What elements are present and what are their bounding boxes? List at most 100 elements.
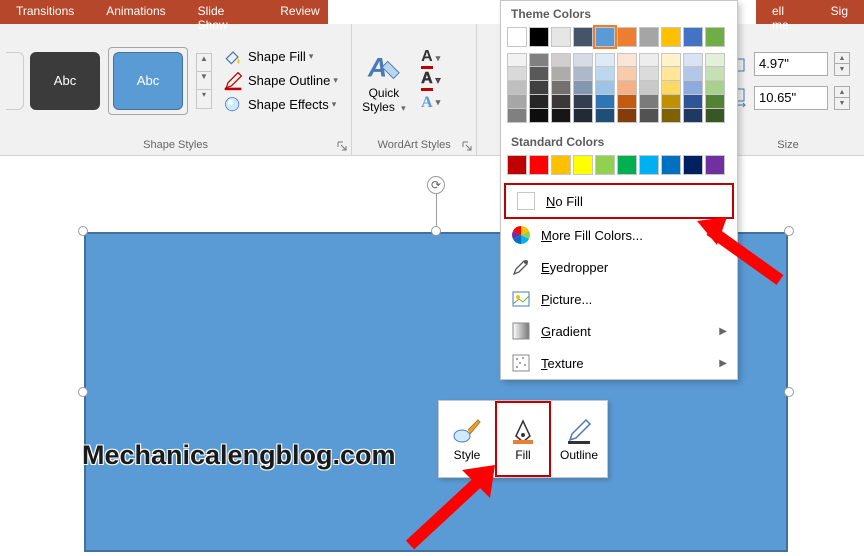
standard-color-swatch[interactable] [661,155,681,175]
text-fill-button[interactable]: A▾ [418,48,444,70]
tab-sign[interactable]: Sig [815,0,864,24]
theme-shade-swatch[interactable] [661,67,681,81]
resize-handle-tm[interactable] [431,226,441,236]
theme-shade-swatch[interactable] [639,67,659,81]
theme-shade-swatch[interactable] [617,53,637,67]
theme-shade-swatch[interactable] [595,81,615,95]
theme-shade-swatch[interactable] [595,95,615,109]
theme-shade-swatch[interactable] [529,67,549,81]
theme-shade-swatch[interactable] [639,81,659,95]
theme-shade-swatch[interactable] [683,53,703,67]
gallery-scroll-up[interactable]: ▲ [197,54,211,72]
theme-color-swatch[interactable] [617,27,637,47]
theme-shade-swatch[interactable] [661,109,681,123]
resize-handle-tl[interactable] [78,226,88,236]
theme-color-swatch[interactable] [507,27,527,47]
theme-shade-swatch[interactable] [617,109,637,123]
quick-styles-button[interactable]: A Quick Styles ▾ [354,48,414,114]
dialog-launcher-icon[interactable] [462,141,472,151]
shape-fill-button[interactable]: Shape Fill▾ [218,45,342,69]
gradient-fill-option[interactable]: Gradient ▶ [501,315,737,347]
texture-fill-option[interactable]: Texture ▶ [501,347,737,379]
theme-shade-swatch[interactable] [705,95,725,109]
theme-shade-swatch[interactable] [551,53,571,67]
theme-shade-swatch[interactable] [705,81,725,95]
standard-color-swatch[interactable] [595,155,615,175]
theme-shade-swatch[interactable] [529,53,549,67]
tab-review[interactable]: Review [264,0,335,24]
standard-color-swatch[interactable] [529,155,549,175]
theme-color-swatch[interactable] [529,27,549,47]
resize-handle-mr[interactable] [784,387,794,397]
resize-handle-ml[interactable] [78,387,88,397]
shape-width-input[interactable] [754,86,828,110]
theme-shade-swatch[interactable] [573,95,593,109]
theme-shade-swatch[interactable] [551,81,571,95]
dialog-launcher-icon[interactable] [337,141,347,151]
theme-shade-swatch[interactable] [661,95,681,109]
theme-shade-swatch[interactable] [639,109,659,123]
theme-shade-swatch[interactable] [683,95,703,109]
theme-shade-swatch[interactable] [573,81,593,95]
theme-shade-swatch[interactable] [595,53,615,67]
shape-height-input[interactable] [754,52,828,76]
theme-shade-swatch[interactable] [617,81,637,95]
theme-shade-swatch[interactable] [573,67,593,81]
theme-shade-swatch[interactable] [705,67,725,81]
theme-shade-swatch[interactable] [705,109,725,123]
text-effects-button[interactable]: A▾ [418,92,444,114]
theme-shade-swatch[interactable] [705,53,725,67]
tab-transitions[interactable]: Transitions [0,0,90,24]
tab-slideshow[interactable]: Slide Show [182,0,265,24]
standard-color-swatch[interactable] [683,155,703,175]
theme-color-swatch[interactable] [639,27,659,47]
tab-tell-me[interactable]: ell me... [756,0,815,24]
theme-shade-swatch[interactable] [683,109,703,123]
theme-color-swatch[interactable] [705,27,725,47]
picture-fill-option[interactable]: Picture... [501,283,737,315]
theme-shade-swatch[interactable] [639,53,659,67]
mini-outline-button[interactable]: Outline [551,401,607,477]
theme-color-swatch[interactable] [661,27,681,47]
shape-style-preset-selected[interactable]: Abc [108,47,188,115]
theme-color-swatch[interactable] [551,27,571,47]
theme-color-swatch[interactable] [683,27,703,47]
theme-shade-swatch[interactable] [551,67,571,81]
standard-color-swatch[interactable] [551,155,571,175]
theme-shade-swatch[interactable] [507,109,527,123]
theme-shade-swatch[interactable] [507,53,527,67]
theme-shade-swatch[interactable] [661,53,681,67]
theme-shade-swatch[interactable] [551,109,571,123]
theme-shade-swatch[interactable] [595,67,615,81]
standard-color-swatch[interactable] [639,155,659,175]
rotation-handle[interactable]: ⟳ [427,176,445,194]
theme-shade-swatch[interactable] [573,53,593,67]
theme-shade-swatch[interactable] [639,95,659,109]
tab-animations[interactable]: Animations [90,0,181,24]
shape-effects-button[interactable]: Shape Effects▾ [218,93,342,117]
theme-shade-swatch[interactable] [507,67,527,81]
shape-style-preset-dark[interactable]: Abc [30,52,100,110]
standard-color-swatch[interactable] [507,155,527,175]
theme-shade-swatch[interactable] [529,81,549,95]
theme-color-swatch[interactable] [595,27,615,47]
theme-shade-swatch[interactable] [573,109,593,123]
height-spinner[interactable]: ▲▼ [834,52,850,76]
theme-shade-swatch[interactable] [595,109,615,123]
theme-shade-swatch[interactable] [529,109,549,123]
standard-color-swatch[interactable] [573,155,593,175]
theme-shade-swatch[interactable] [683,81,703,95]
theme-shade-swatch[interactable] [617,95,637,109]
text-outline-button[interactable]: A▾ [418,70,444,92]
theme-shade-swatch[interactable] [507,81,527,95]
theme-shade-swatch[interactable] [661,81,681,95]
theme-color-swatch[interactable] [573,27,593,47]
no-fill-option[interactable]: NNo Fillo Fill [506,185,732,217]
theme-shade-swatch[interactable] [507,95,527,109]
mini-fill-button[interactable]: Fill [495,401,551,477]
theme-shade-swatch[interactable] [529,95,549,109]
gallery-expand[interactable]: ▾ [197,90,211,108]
width-spinner[interactable]: ▲▼ [834,86,850,110]
standard-color-swatch[interactable] [617,155,637,175]
theme-shade-swatch[interactable] [551,95,571,109]
